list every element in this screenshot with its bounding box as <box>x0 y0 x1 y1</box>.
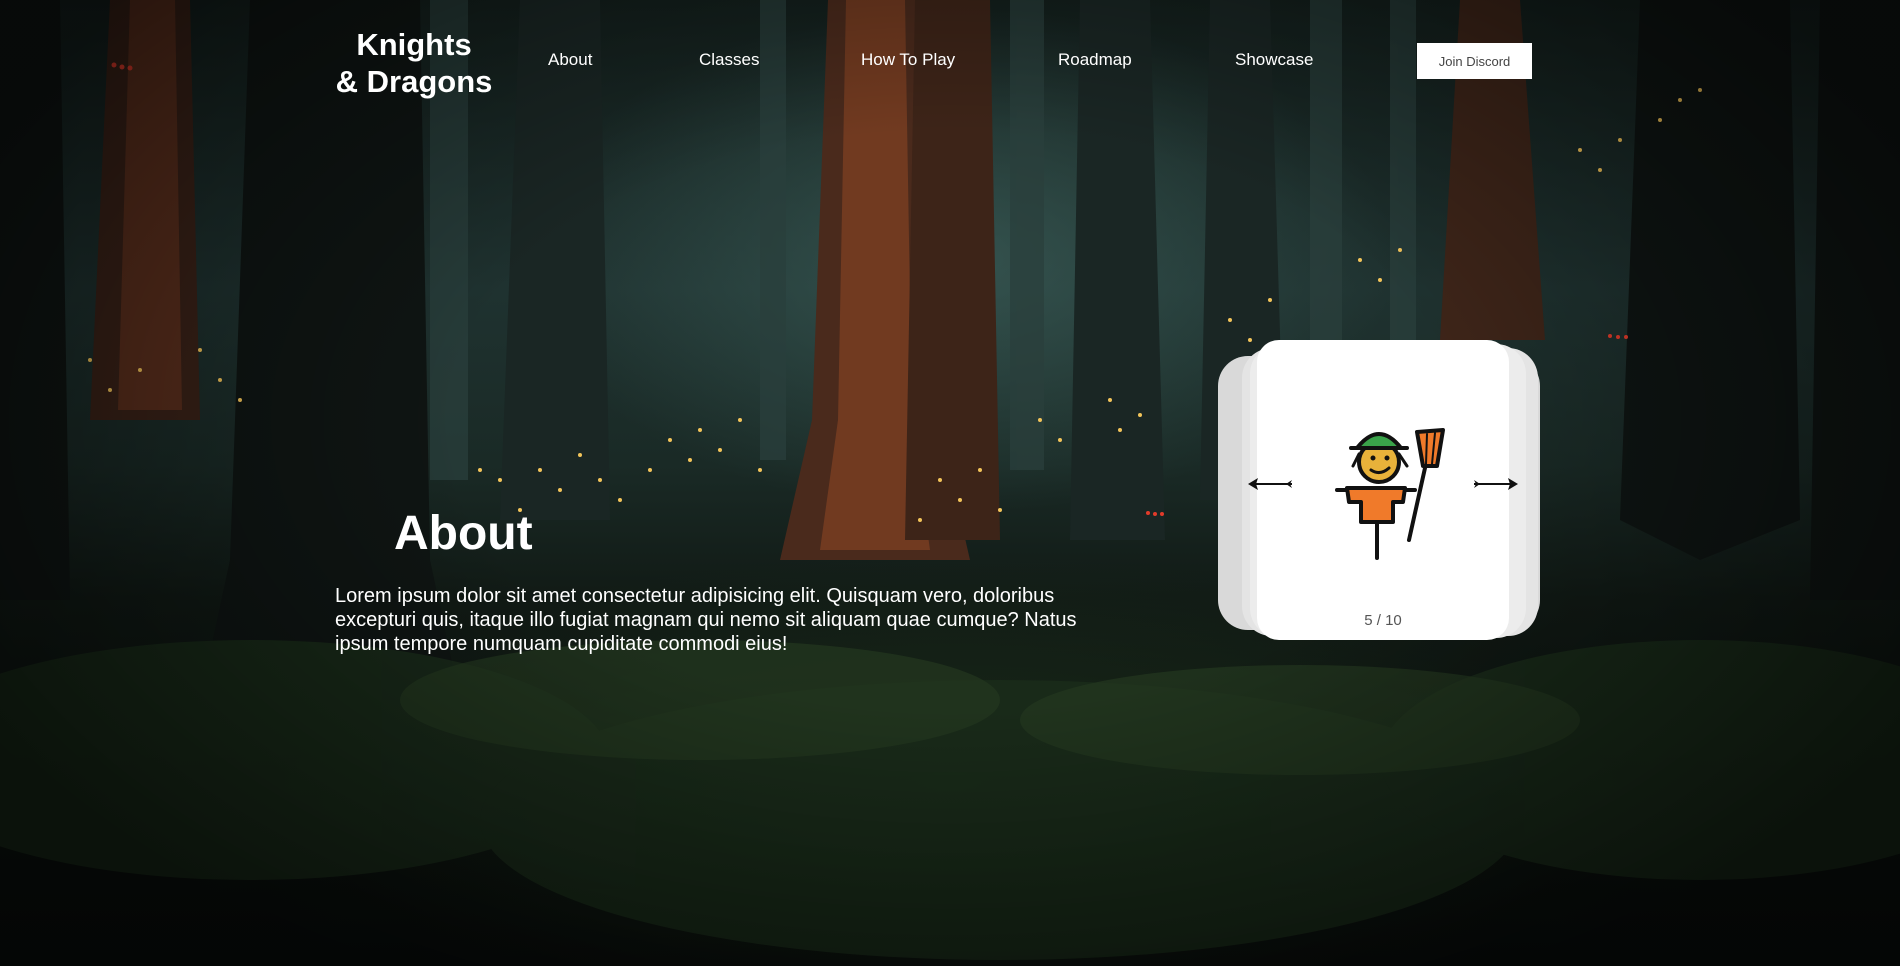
nav-link-showcase[interactable]: Showcase <box>1235 50 1313 70</box>
nav-link-about[interactable]: About <box>548 50 592 70</box>
join-discord-button[interactable]: Join Discord <box>1417 43 1532 79</box>
about-description: Lorem ipsum dolor sit amet consectetur a… <box>335 585 1077 655</box>
nav-link-how-to-play[interactable]: How To Play <box>861 50 955 70</box>
character-carousel: 5 / 10 <box>1218 338 1544 642</box>
vignette-overlay <box>0 0 1900 966</box>
brand-logo[interactable]: Knights & Dragons <box>334 26 494 100</box>
brand-line-1: Knights <box>356 27 472 62</box>
arrow-left-icon[interactable] <box>1246 474 1294 494</box>
arrow-right-icon[interactable] <box>1472 474 1520 494</box>
carousel-counter: 5 / 10 <box>1364 612 1402 629</box>
top-nav: Knights & Dragons About Classes How To P… <box>0 0 1900 120</box>
about-heading: About <box>394 507 533 560</box>
forest-background <box>0 0 1900 966</box>
scarecrow-image <box>1335 428 1445 560</box>
nav-link-classes[interactable]: Classes <box>699 50 759 70</box>
nav-link-roadmap[interactable]: Roadmap <box>1058 50 1132 70</box>
brand-line-2: & Dragons <box>335 64 493 99</box>
